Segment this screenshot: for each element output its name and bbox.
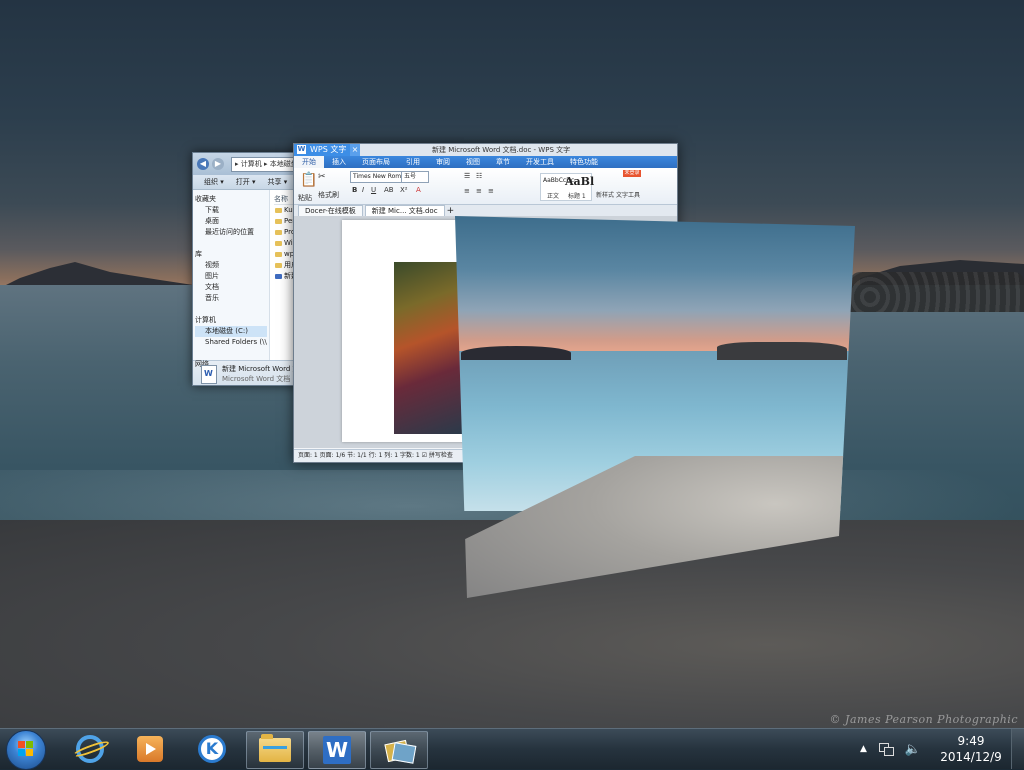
align-left-button[interactable]: ≡ — [464, 187, 470, 195]
strikethrough-button[interactable]: AB — [384, 186, 394, 194]
start-button[interactable] — [6, 730, 46, 770]
show-hidden-icons-icon[interactable]: ▲ — [860, 744, 867, 754]
paste-button[interactable]: 粘贴 — [298, 193, 312, 203]
wps-app-tab[interactable]: WPS 文字 — [294, 144, 351, 156]
nav-item[interactable]: 收藏夹 — [195, 194, 267, 205]
windows-logo-icon — [18, 741, 34, 757]
nav-item[interactable]: 计算机 — [195, 315, 267, 326]
wallpaper-rocks — [850, 272, 1024, 312]
italic-button[interactable]: I — [362, 186, 364, 194]
internet-explorer-icon — [76, 735, 104, 763]
superscript-button[interactable]: X² — [400, 186, 408, 194]
photo-viewer-window[interactable] — [455, 216, 855, 598]
nav-item — [195, 238, 267, 249]
notification-area: ▲ 🔈 — [860, 729, 921, 769]
open-button[interactable]: 打开 ▾ — [233, 177, 259, 187]
taskbar-photo-viewer[interactable] — [370, 731, 428, 769]
taskbar-wps-writer[interactable]: W — [308, 731, 366, 769]
menu-chapter[interactable]: 章节 — [488, 157, 518, 167]
taskbar-media-player[interactable] — [122, 731, 178, 767]
bold-button[interactable]: B — [352, 186, 357, 194]
menu-view[interactable]: 视图 — [458, 157, 488, 167]
menu-review[interactable]: 审阅 — [428, 157, 458, 167]
paste-icon[interactable]: 📋 — [300, 172, 317, 188]
embedded-screenshot-image[interactable] — [394, 262, 464, 434]
style-body-label: 正文 — [547, 193, 560, 200]
document-title: 新建 Microsoft Word 文档.doc - WPS 文字 — [432, 146, 571, 154]
nav-item[interactable]: 文档 — [195, 282, 267, 293]
system-clock[interactable]: 9:49 2014/12/9 — [936, 733, 1006, 765]
close-icon[interactable]: × — [350, 144, 360, 156]
volume-icon[interactable]: 🔈 — [905, 742, 921, 757]
nav-item[interactable]: 库 — [195, 249, 267, 260]
style-heading-sample[interactable]: AaBl — [565, 175, 594, 188]
wps-menubar: 新建 Microsoft Word 文档.doc - WPS 文字 开始 插入 … — [294, 146, 677, 168]
login-button[interactable]: 未登录 — [623, 170, 641, 177]
share-button[interactable]: 共享 ▾ — [265, 177, 291, 187]
nav-item[interactable]: 下载 — [195, 205, 267, 216]
format-painter-button[interactable]: 格式刷 — [318, 190, 339, 200]
photo-breakwater — [717, 342, 847, 360]
bullets-button[interactable]: ☰ — [464, 172, 470, 180]
nav-item[interactable]: 音乐 — [195, 293, 267, 304]
nav-item[interactable]: 最近访问的位置 — [195, 227, 267, 238]
photo-island — [461, 346, 571, 360]
wps-ribbon: 📋 粘贴 ✂ 格式刷 Times New Roma 五号 B I U AB X²… — [294, 168, 677, 205]
taskbar-windows-explorer[interactable] — [246, 731, 304, 769]
clock-time: 9:49 — [957, 734, 985, 748]
new-style-button[interactable]: 新样式 — [596, 190, 614, 199]
network-icon[interactable] — [878, 743, 894, 756]
font-color-button[interactable]: A — [416, 186, 421, 194]
nav-item — [195, 348, 267, 359]
menu-insert[interactable]: 插入 — [324, 157, 354, 167]
forward-arrow-icon[interactable]: ▶ — [212, 158, 224, 170]
taskbar: K W ▲ 🔈 9:49 2014/12/9 — [0, 728, 1024, 770]
style-h1-label: 标题 1 — [568, 193, 586, 200]
photo-watermark: © James Pearson Photographic — [829, 713, 1018, 726]
media-player-icon — [137, 736, 163, 762]
menu-references[interactable]: 引用 — [398, 157, 428, 167]
wps-writer-icon: W — [323, 736, 351, 764]
style-gallery[interactable]: AaBbCcDc AaBl 正文 标题 1 — [540, 173, 594, 201]
cut-icon[interactable]: ✂ — [318, 172, 326, 182]
taskbar-internet-explorer[interactable] — [62, 731, 118, 767]
new-tab-icon[interactable]: + — [447, 206, 455, 216]
menu-developer[interactable]: 开发工具 — [518, 157, 562, 167]
photo-sky — [455, 216, 855, 351]
taskbar-k-app[interactable]: K — [184, 731, 240, 767]
photo-viewer-icon — [384, 738, 417, 764]
word-document-icon — [201, 364, 217, 384]
font-size-select[interactable]: 五号 — [401, 171, 429, 183]
nav-item[interactable]: 图片 — [195, 271, 267, 282]
folder-icon — [259, 734, 291, 762]
menu-page-layout[interactable]: 页面布局 — [354, 157, 398, 167]
nav-item[interactable]: Shared Folders (\\ — [195, 337, 267, 348]
nav-item[interactable]: 视频 — [195, 260, 267, 271]
menu-home[interactable]: 开始 — [294, 156, 324, 168]
text-tools-button[interactable]: 文字工具 — [616, 190, 640, 199]
menu-special[interactable]: 特色功能 — [562, 157, 606, 167]
align-center-button[interactable]: ≡ — [476, 187, 482, 195]
back-arrow-icon[interactable]: ◀ — [197, 158, 209, 170]
k-app-icon: K — [198, 735, 226, 763]
numbering-button[interactable]: ☷ — [476, 172, 482, 180]
nav-item[interactable]: 桌面 — [195, 216, 267, 227]
nav-item[interactable]: 本地磁盘 (C:) — [195, 326, 267, 337]
show-desktop-button[interactable] — [1011, 729, 1024, 769]
organize-button[interactable]: 组织 ▾ — [201, 177, 227, 187]
font-name-select[interactable]: Times New Roma — [350, 171, 402, 183]
navigation-pane: 收藏夹 下载 桌面 最近访问的位置库视频 图片 文档 音乐计算机 本地磁盘 (C:) Share… — [193, 190, 270, 368]
clock-date: 2014/12/9 — [940, 750, 1002, 764]
align-right-button[interactable]: ≡ — [488, 187, 494, 195]
underline-button[interactable]: U — [371, 186, 376, 194]
nav-item — [195, 304, 267, 315]
